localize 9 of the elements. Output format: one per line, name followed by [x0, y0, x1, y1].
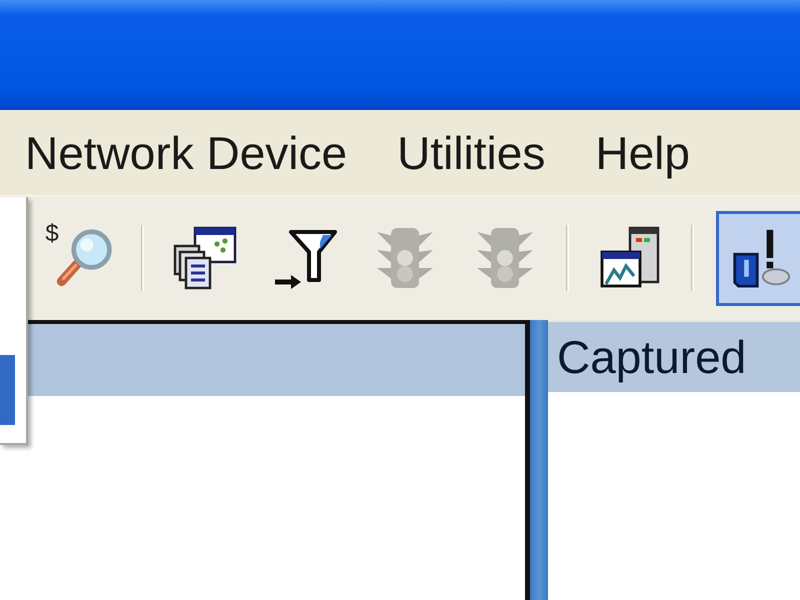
windows-stack-icon	[173, 226, 237, 290]
menu-item[interactable]: Help	[570, 110, 715, 195]
toolbar-button[interactable]	[716, 210, 800, 306]
container-alert-icon	[731, 228, 791, 288]
menu-item[interactable]: Network Device	[0, 110, 372, 195]
pane-header: Captured	[548, 322, 800, 392]
toolbar-button[interactable]: $	[41, 210, 119, 306]
chart-window-icon	[598, 226, 662, 290]
menu-item[interactable]: Utilities	[372, 110, 570, 195]
